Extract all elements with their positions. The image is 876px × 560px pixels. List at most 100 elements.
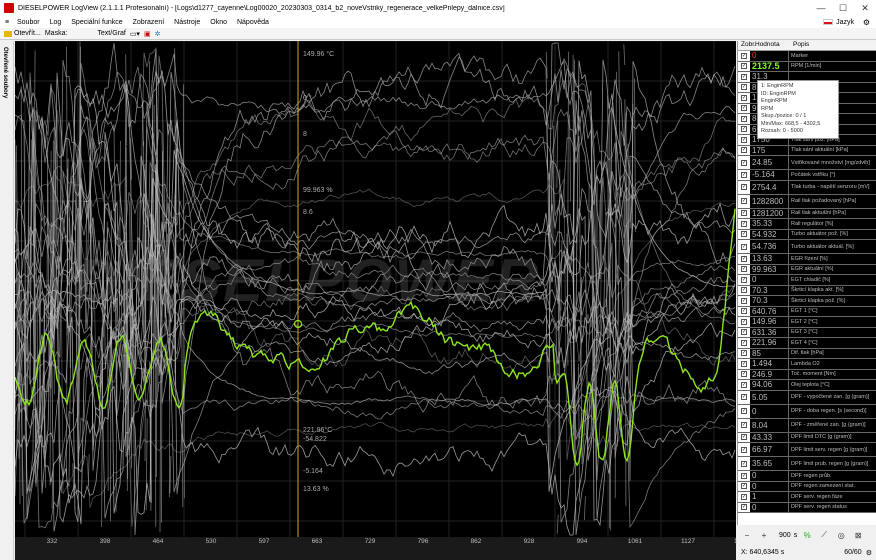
channel-row[interactable]: ✓ 246.9 Toč. moment [Nm] [738, 369, 876, 380]
channel-checkbox[interactable]: ✓ [738, 306, 750, 316]
mask-button[interactable]: Maska: [45, 30, 68, 37]
hamburger-icon[interactable]: ≡ [2, 19, 12, 26]
menu-log[interactable]: Log [45, 19, 67, 26]
zoom-value[interactable]: 900 [779, 532, 791, 539]
channel-row[interactable]: ✓ 5.05 DPF - vypočtené zan. [g (gram)] [738, 390, 876, 405]
channel-checkbox[interactable]: ✓ [738, 229, 750, 239]
channel-checkbox[interactable]: ✓ [738, 124, 750, 134]
channel-checkbox[interactable]: ✓ [738, 208, 750, 218]
channel-row[interactable]: ✓ 221.96 EGT 4 [°C] [738, 338, 876, 349]
graph-area[interactable]: DIESELPOWER 149.96 °C 0 ° 8 99.963 % 8.6 -5.1… [15, 41, 736, 537]
channel-checkbox[interactable]: ✓ [738, 51, 750, 61]
channel-checkbox[interactable]: ✓ [738, 219, 750, 229]
channel-checkbox[interactable]: ✓ [738, 369, 750, 379]
channel-row[interactable]: ✓ 1.494 Lambda O2 [738, 359, 876, 370]
view-mode-button[interactable]: Text/Graf [97, 30, 125, 37]
channel-checkbox[interactable]: ✓ [738, 240, 750, 253]
channel-row[interactable]: ✓ 0 DPF regen zamezení stat. [738, 481, 876, 492]
gear-icon[interactable]: ⚙ [863, 18, 870, 27]
channel-checkbox[interactable]: ✓ [738, 275, 750, 285]
channel-row[interactable]: ✓ 1 DPF serv. regen fáze [738, 492, 876, 503]
channel-checkbox[interactable]: ✓ [738, 492, 750, 502]
channel-checkbox[interactable]: ✓ [738, 82, 750, 92]
channel-row[interactable]: ✓ 85 Dif. tlak [hPa] [738, 348, 876, 359]
percent-icon[interactable]: % [800, 528, 814, 542]
channel-row[interactable]: ✓ 13.63 EGR řízení [%] [738, 254, 876, 265]
xy-icon[interactable]: ⊠ [851, 528, 865, 542]
channel-row[interactable]: ✓ 1282800 Rail tlak požadovaný [hPa] [738, 194, 876, 209]
channel-row[interactable]: ✓ 8.04 DPF - změřené zan. [g (gram)] [738, 418, 876, 433]
channel-checkbox[interactable]: ✓ [738, 170, 750, 180]
refresh-icon[interactable]: ✲ [155, 30, 161, 38]
channel-row[interactable]: ✓ 149.96 EGT 2 [°C] [738, 317, 876, 328]
channel-checkbox[interactable]: ✓ [738, 254, 750, 264]
channel-checkbox[interactable]: ✓ [738, 317, 750, 327]
channel-checkbox[interactable]: ✓ [738, 156, 750, 169]
export-icon[interactable]: ▣ [144, 30, 151, 38]
channel-row[interactable]: ✓ 2754.4 Tlak turba - napětí senzoru [mV] [738, 180, 876, 195]
channel-row[interactable]: ✓ 43.33 DPF limit DTC [g (gram)] [738, 432, 876, 443]
channel-checkbox[interactable]: ✓ [738, 135, 750, 145]
channel-checkbox[interactable]: ✓ [738, 264, 750, 274]
channel-row[interactable]: ✓ 0 Marker [738, 51, 876, 63]
open-files-sidebar[interactable]: Otevřené soubory [0, 41, 14, 560]
minimize-button[interactable]: — [810, 0, 832, 16]
maximize-button[interactable]: ☐ [832, 0, 854, 16]
channel-row[interactable]: ✓ 70.3 Škrticí klapka pož. [%] [738, 296, 876, 307]
channel-checkbox[interactable]: ✓ [738, 114, 750, 124]
channel-row[interactable]: ✓ 1281200 Rail tlak aktuální [hPa] [738, 208, 876, 219]
channel-checkbox[interactable]: ✓ [738, 359, 750, 369]
menu-tools[interactable]: Nástroje [169, 19, 205, 26]
channel-checkbox[interactable]: ✓ [738, 432, 750, 442]
channel-row[interactable]: ✓ 35.65 DPF limit prub. regen [g (gram)] [738, 457, 876, 471]
channel-row[interactable]: ✓ 94.06 Olej teplota [°C] [738, 380, 876, 391]
channel-row[interactable]: ✓ 54.736 Turbo aktuátor aktuál. [%] [738, 240, 876, 254]
menu-view[interactable]: Zobrazení [128, 19, 170, 26]
channel-checkbox[interactable]: ✓ [738, 72, 750, 82]
hide-eye-icon[interactable]: ◎ [834, 528, 848, 542]
channel-row[interactable]: ✓ 2137.5 RPM [1/min] [738, 61, 876, 72]
channel-row[interactable]: ✓ -5.164 Počátek vstřiku [°] [738, 170, 876, 181]
channel-row[interactable]: ✓ 640.76 EGT 1 [°C] [738, 306, 876, 317]
plus-icon[interactable]: + [757, 528, 771, 542]
channel-row[interactable]: ✓ 631.36 EGT 3 [°C] [738, 327, 876, 338]
channel-row[interactable]: ✓ 0 EGT chladič [%] [738, 275, 876, 286]
channel-row[interactable]: ✓ 0 DPF serv. regen status [738, 502, 876, 513]
channel-checkbox[interactable]: ✓ [738, 457, 750, 470]
channel-row[interactable]: ✓ 35.33 Rail regulátor [%] [738, 219, 876, 230]
menu-soubor[interactable]: Soubor [12, 19, 45, 26]
channel-checkbox[interactable]: ✓ [738, 404, 750, 418]
channel-checkbox[interactable]: ✓ [738, 481, 750, 491]
menu-special[interactable]: Speciální funkce [66, 19, 127, 26]
channel-row[interactable]: ✓ 99.963 EGR aktuální [%] [738, 264, 876, 275]
channel-row[interactable]: ✓ 24.85 Vstřikované množství [mg/zdvih] [738, 156, 876, 170]
channel-checkbox[interactable]: ✓ [738, 380, 750, 390]
channel-checkbox[interactable]: ✓ [738, 194, 750, 208]
channel-checkbox[interactable]: ✓ [738, 145, 750, 155]
channel-checkbox[interactable]: ✓ [738, 103, 750, 113]
header-value[interactable]: Hodnota [752, 41, 790, 50]
channel-checkbox[interactable]: ✓ [738, 327, 750, 337]
open-button[interactable]: Otevřít... [4, 30, 41, 37]
minus-icon[interactable]: − [740, 528, 754, 542]
chart-add-icon[interactable]: ⟋ [817, 528, 831, 542]
channel-checkbox[interactable]: ✓ [738, 348, 750, 358]
channel-row[interactable]: ✓ 0 DPF regen průb. [738, 471, 876, 482]
channel-checkbox[interactable]: ✓ [738, 61, 750, 71]
channel-checkbox[interactable]: ✓ [738, 471, 750, 481]
channel-row[interactable]: ✓ 175 Tlak sání aktuální [kPa] [738, 145, 876, 156]
settings-icon[interactable]: ⚙ [866, 549, 872, 557]
header-show[interactable]: Zobr. [738, 41, 756, 50]
channel-checkbox[interactable]: ✓ [738, 443, 750, 456]
channel-checkbox[interactable]: ✓ [738, 390, 750, 404]
channel-checkbox[interactable]: ✓ [738, 296, 750, 306]
menu-window[interactable]: Okno [205, 19, 232, 26]
channel-checkbox[interactable]: ✓ [738, 418, 750, 432]
header-desc[interactable]: Popis [790, 41, 809, 50]
channel-checkbox[interactable]: ✓ [738, 502, 750, 512]
channel-row[interactable]: ✓ 70.3 Škrticí klapka akt. [%] [738, 285, 876, 296]
channel-checkbox[interactable]: ✓ [738, 180, 750, 194]
channel-row[interactable]: ✓ 0 DPF - doba regen. [s (second)] [738, 404, 876, 419]
menu-help[interactable]: Nápověda [232, 19, 274, 26]
close-button[interactable]: ✕ [854, 0, 876, 16]
